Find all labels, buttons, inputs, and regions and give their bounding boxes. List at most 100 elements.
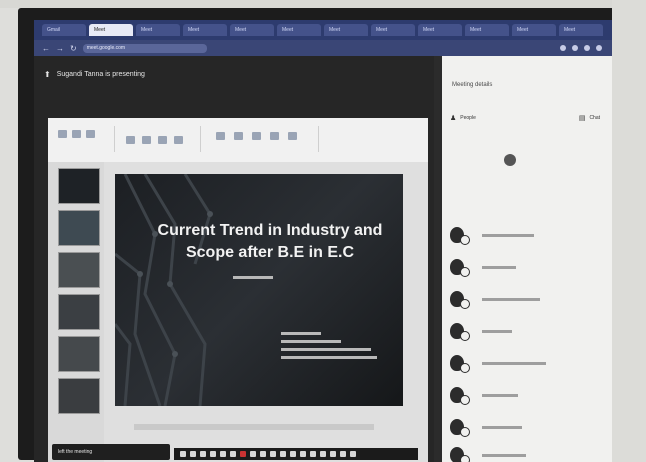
tab-people-label: People — [460, 115, 476, 121]
more-options-icon[interactable] — [230, 451, 236, 457]
ribbon-button-icon[interactable] — [126, 136, 135, 144]
browser-tab[interactable]: Meet — [418, 24, 462, 36]
browser-tab[interactable]: Meet — [183, 24, 227, 36]
toolbar-icon[interactable] — [260, 451, 266, 457]
slide-thumbnail[interactable] — [58, 168, 100, 204]
presenting-text: Sugandi Tanna is presenting — [56, 71, 145, 78]
participant-row[interactable] — [450, 444, 600, 462]
address-bar: ← → ↻ meet.google.com — [34, 40, 612, 56]
participant-row[interactable] — [450, 416, 600, 438]
toolbar-icon[interactable] — [340, 451, 346, 457]
tab-chat[interactable]: ▤ Chat — [579, 114, 600, 122]
tab-people[interactable]: ♟ People — [450, 114, 476, 122]
participant-row[interactable] — [450, 384, 600, 406]
toolbar-icon[interactable] — [350, 451, 356, 457]
toolbar-icon[interactable] — [250, 451, 256, 457]
captions-icon[interactable] — [200, 451, 206, 457]
participant-avatar — [450, 419, 470, 437]
ribbon-button-icon[interactable] — [72, 130, 81, 138]
presenting-banner: ⬆ Sugandi Tanna is presenting — [44, 70, 145, 79]
notification-text: left the meeting — [58, 449, 93, 455]
browser-tab[interactable]: Meet — [465, 24, 509, 36]
panel-tabs: ♟ People ▤ Chat — [450, 114, 600, 122]
meeting-controls-bar — [174, 448, 418, 460]
raise-hand-icon[interactable] — [210, 451, 216, 457]
presentation-ribbon — [48, 118, 428, 163]
speaker-detail-line — [281, 340, 341, 343]
forward-arrow-icon[interactable]: → — [56, 44, 64, 53]
participant-row[interactable] — [450, 224, 600, 246]
current-slide: Current Trend in Industry and Scope afte… — [115, 174, 403, 406]
back-arrow-icon[interactable]: ← — [42, 44, 50, 53]
browser-tab[interactable]: Meet — [277, 24, 321, 36]
participant-avatar — [450, 387, 470, 405]
profile-icon[interactable] — [584, 45, 590, 51]
toolbar-icon[interactable] — [300, 451, 306, 457]
participant-name-smudge — [482, 265, 516, 269]
extension-icon[interactable] — [572, 45, 578, 51]
participant-name-smudge — [482, 361, 546, 365]
browser-tab-strip: Gmail Meet Meet Meet Meet Meet Meet Meet… — [34, 20, 612, 40]
ribbon-group — [208, 126, 319, 152]
add-people-icon[interactable] — [504, 154, 516, 166]
url-field[interactable]: meet.google.com — [82, 43, 207, 53]
slide-title: Current Trend in Industry and Scope afte… — [145, 220, 395, 264]
slide-thumbnail[interactable] — [58, 210, 100, 246]
participant-row[interactable] — [450, 352, 600, 374]
slide-thumbnail[interactable] — [58, 336, 100, 372]
toolbar-icon[interactable] — [280, 451, 286, 457]
slide-thumbnail[interactable] — [58, 294, 100, 330]
browser-tab-active[interactable]: Meet — [89, 24, 133, 36]
browser-tab[interactable]: Meet — [230, 24, 274, 36]
toolbar-icon[interactable] — [330, 451, 336, 457]
slide-thumbnail[interactable] — [58, 252, 100, 288]
ribbon-button-icon[interactable] — [234, 132, 243, 140]
slide-subtitle-smudge — [233, 276, 273, 279]
menu-dots-icon[interactable] — [596, 45, 602, 51]
participants-panel: Meeting details ♟ People ▤ Chat — [442, 56, 612, 462]
photo-top-edge — [0, 0, 646, 8]
toolbar-icon[interactable] — [270, 451, 276, 457]
toolbar-icon[interactable] — [320, 451, 326, 457]
ribbon-button-icon[interactable] — [142, 136, 151, 144]
ribbon-button-icon[interactable] — [58, 130, 67, 138]
monitor-screen: Gmail Meet Meet Meet Meet Meet Meet Meet… — [34, 20, 612, 462]
slide-title-line: Current Trend in Industry and — [157, 222, 383, 239]
ribbon-button-icon[interactable] — [86, 130, 95, 138]
participant-row[interactable] — [450, 288, 600, 310]
browser-tab[interactable]: Meet — [512, 24, 556, 36]
participant-avatar — [450, 259, 470, 277]
participant-left-notification: left the meeting — [52, 444, 170, 460]
browser-tab[interactable]: Meet — [371, 24, 415, 36]
extension-icons — [560, 45, 612, 51]
participant-row[interactable] — [450, 256, 600, 278]
browser-tab[interactable]: Meet — [136, 24, 180, 36]
slide-thumbnail[interactable] — [58, 378, 100, 414]
extension-icon[interactable] — [560, 45, 566, 51]
participant-avatar — [450, 447, 470, 462]
present-icon: ⬆ — [44, 70, 51, 79]
toolbar-icon[interactable] — [290, 451, 296, 457]
mic-icon[interactable] — [180, 451, 186, 457]
panel-title: Meeting details — [452, 82, 493, 88]
participant-row[interactable] — [450, 320, 600, 342]
reload-icon[interactable]: ↻ — [70, 44, 77, 53]
participant-name-smudge — [482, 233, 534, 237]
browser-tab[interactable]: Meet — [324, 24, 368, 36]
toolbar-icon[interactable] — [310, 451, 316, 457]
slide-title-line: Scope after B.E in E.C — [185, 244, 355, 261]
shared-presentation-window: Current Trend in Industry and Scope afte… — [48, 118, 428, 462]
ribbon-button-icon[interactable] — [270, 132, 279, 140]
ribbon-button-icon[interactable] — [158, 136, 167, 144]
browser-tab[interactable]: Gmail — [42, 24, 86, 36]
end-call-icon[interactable] — [240, 451, 246, 457]
ribbon-button-icon[interactable] — [288, 132, 297, 140]
browser-tab[interactable]: Meet — [559, 24, 603, 36]
participant-name-smudge — [482, 329, 512, 333]
present-screen-icon[interactable] — [220, 451, 226, 457]
camera-icon[interactable] — [190, 451, 196, 457]
ribbon-group — [54, 126, 115, 152]
ribbon-button-icon[interactable] — [216, 132, 225, 140]
ribbon-button-icon[interactable] — [174, 136, 183, 144]
ribbon-button-icon[interactable] — [252, 132, 261, 140]
